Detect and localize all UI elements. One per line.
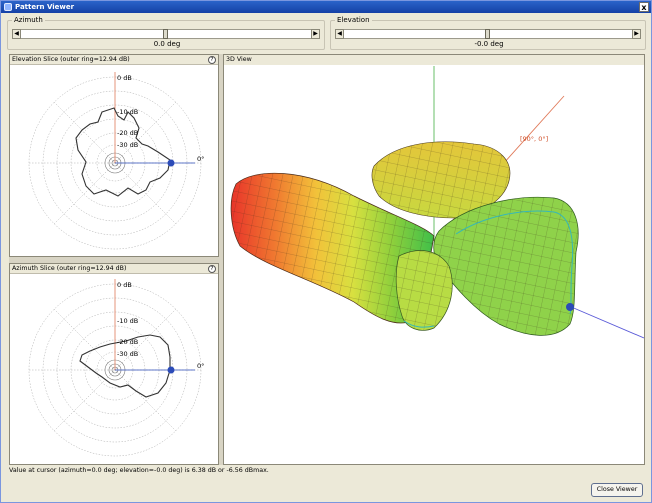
elevation-slice-title: Elevation Slice (outer ring=12.94 dB) bbox=[12, 56, 130, 63]
axis-x-line bbox=[568, 305, 644, 339]
azimuth-label: Azimuth bbox=[12, 16, 45, 24]
elevation-right-arrow-icon[interactable]: ▶ bbox=[632, 29, 641, 39]
cursor-dot bbox=[167, 366, 175, 374]
pattern-viewer-window: Pattern Viewer x Azimuth ◀ ▶ 0.0 deg Ele… bbox=[0, 0, 652, 503]
elevation-group: Elevation ◀ ▶ -0.0 deg bbox=[330, 16, 646, 50]
view-3d-title: 3D View bbox=[226, 56, 252, 63]
ring-label-0: 0 dB bbox=[117, 74, 132, 82]
elevation-label: Elevation bbox=[335, 16, 372, 24]
cursor-dot-3d bbox=[566, 303, 574, 311]
elevation-polar-plot[interactable]: 0 dB -10 dB -20 dB -30 dB 0° bbox=[10, 66, 218, 257]
elevation-value: -0.0 deg bbox=[474, 40, 504, 48]
azimuth-help-icon[interactable]: ? bbox=[208, 265, 216, 273]
window-title: Pattern Viewer bbox=[15, 3, 75, 11]
azimuth-slice-title: Azimuth Slice (outer ring=12.94 dB) bbox=[12, 265, 127, 272]
elevation-slider[interactable]: ◀ ▶ bbox=[335, 29, 641, 39]
azimuth-polar-plot[interactable]: 0 dB -10 dB -20 dB -30 dB 0° bbox=[10, 275, 218, 465]
ring-label-10: -10 dB bbox=[117, 317, 138, 325]
elevation-left-arrow-icon[interactable]: ◀ bbox=[335, 29, 344, 39]
cursor-direction-label: [90°, 0°] bbox=[520, 135, 548, 143]
radiation-pattern-3d bbox=[230, 141, 579, 336]
elevation-pattern-curve bbox=[75, 107, 171, 197]
angle-label: 0° bbox=[197, 155, 204, 163]
status-text: Value at cursor (azimuth=0.0 deg; elevat… bbox=[9, 467, 269, 474]
view-3d-panel: 3D View [90°, 0°] bbox=[223, 54, 645, 465]
app-icon bbox=[4, 3, 12, 11]
azimuth-right-arrow-icon[interactable]: ▶ bbox=[311, 29, 320, 39]
ring-label-30: -30 dB bbox=[117, 141, 138, 149]
elevation-help-icon[interactable]: ? bbox=[208, 56, 216, 64]
view-3d-canvas[interactable]: [90°, 0°] bbox=[224, 66, 644, 464]
azimuth-slice-header: Azimuth Slice (outer ring=12.94 dB) ? bbox=[10, 264, 218, 274]
close-viewer-button[interactable]: Close Viewer bbox=[591, 483, 643, 497]
azimuth-slider[interactable]: ◀ ▶ bbox=[12, 29, 320, 39]
angle-label: 0° bbox=[197, 362, 204, 370]
azimuth-slider-thumb[interactable] bbox=[163, 29, 168, 39]
azimuth-group: Azimuth ◀ ▶ 0.0 deg bbox=[7, 16, 325, 50]
title-bar: Pattern Viewer x bbox=[1, 1, 651, 13]
azimuth-value: 0.0 deg bbox=[153, 40, 181, 48]
azimuth-left-arrow-icon[interactable]: ◀ bbox=[12, 29, 21, 39]
ring-label-20: -20 dB bbox=[117, 129, 138, 137]
elevation-slider-thumb[interactable] bbox=[485, 29, 490, 39]
cursor-dot bbox=[167, 159, 175, 167]
close-window-button[interactable]: x bbox=[639, 2, 649, 12]
elevation-slice-panel: Elevation Slice (outer ring=12.94 dB) ? bbox=[9, 54, 219, 257]
ring-label-20: -20 dB bbox=[117, 338, 138, 346]
ring-label-10: -10 dB bbox=[117, 108, 138, 116]
ring-label-30: -30 dB bbox=[117, 350, 138, 358]
ring-label-0: 0 dB bbox=[117, 281, 132, 289]
elevation-slice-header: Elevation Slice (outer ring=12.94 dB) ? bbox=[10, 55, 218, 65]
azimuth-slice-panel: Azimuth Slice (outer ring=12.94 dB) ? 0 … bbox=[9, 263, 219, 465]
view-3d-header: 3D View bbox=[224, 55, 644, 65]
